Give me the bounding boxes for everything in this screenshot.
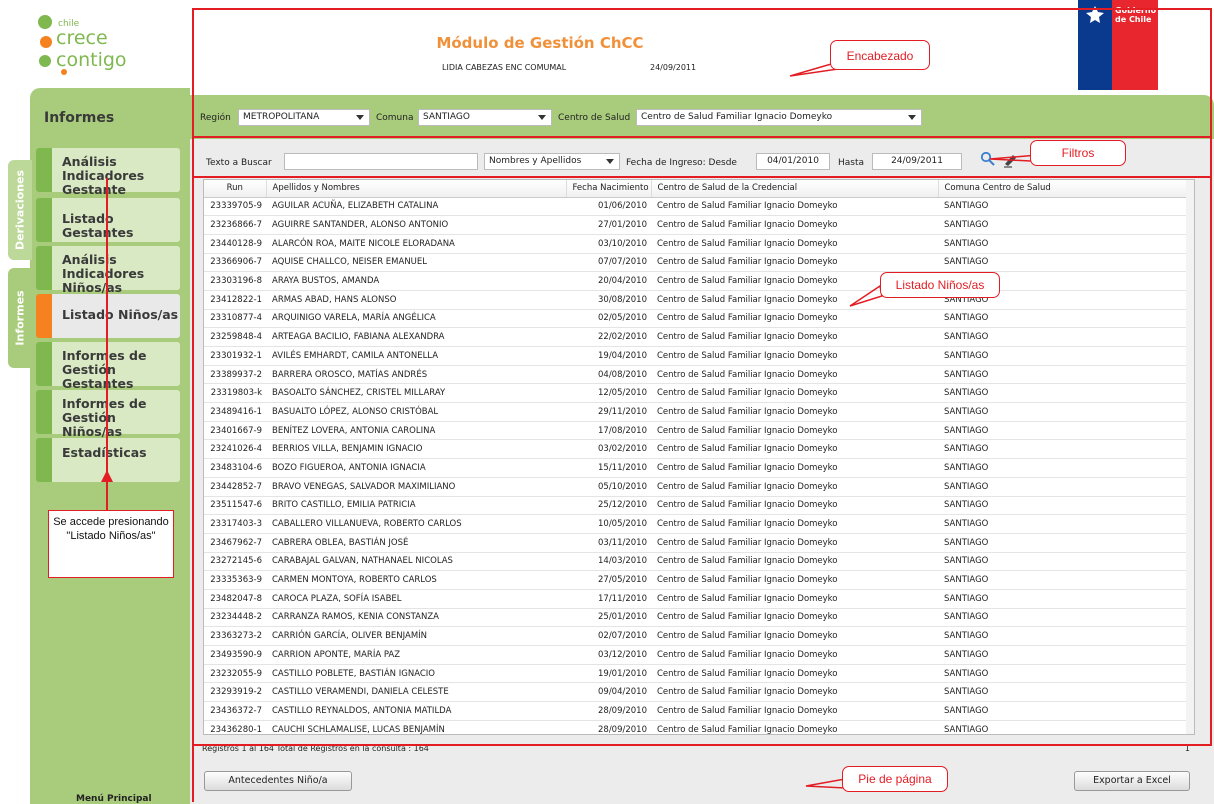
callout-filtros: Filtros — [1030, 140, 1126, 166]
annotation-pointers — [101, 59, 1051, 789]
note-se-accede: Se accede presionando "Listado Niños/as" — [48, 510, 174, 578]
callout-encabezado: Encabezado — [830, 40, 930, 70]
callout-listado: Listado Niños/as — [880, 272, 1000, 298]
callout-pie: Pie de página — [842, 766, 948, 792]
app-root: chile crece contigo Informes Derivacione… — [0, 0, 1214, 804]
